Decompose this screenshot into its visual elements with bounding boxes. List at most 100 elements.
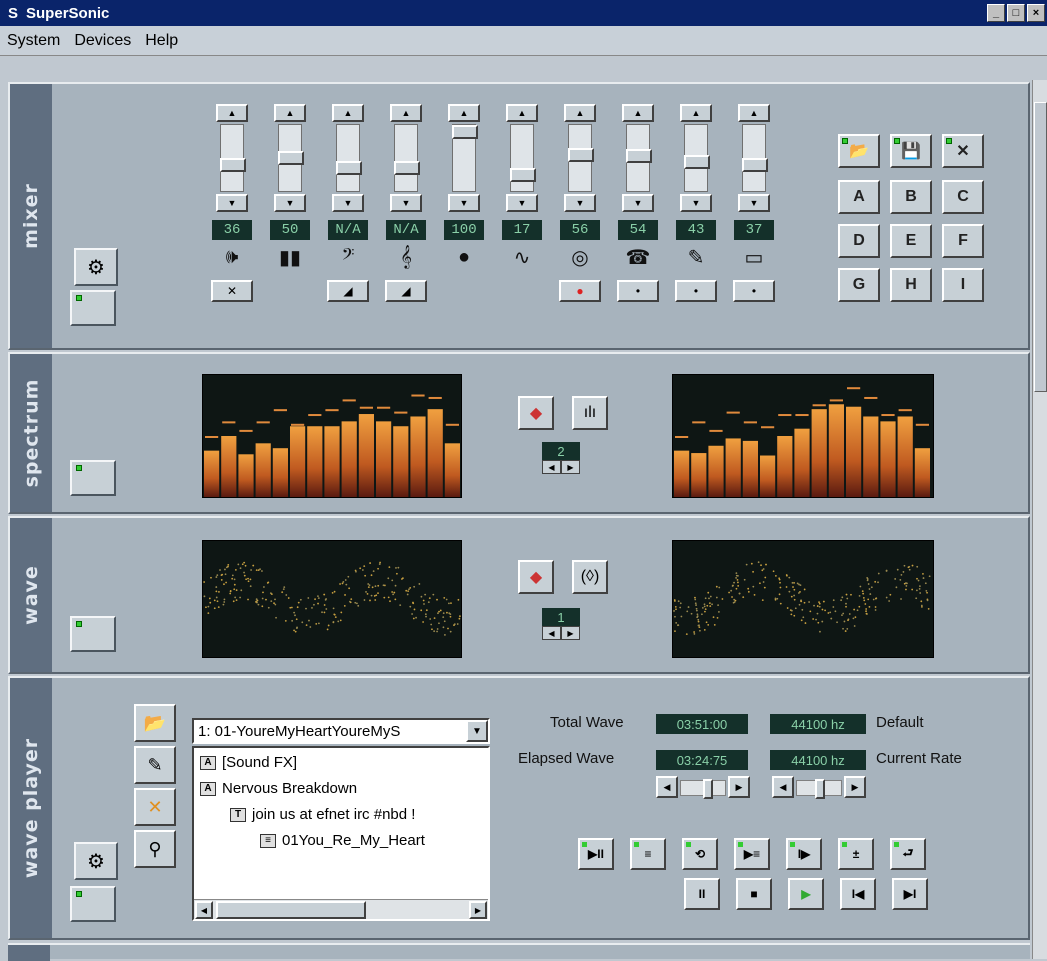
fader-down-button[interactable]: ▼	[738, 194, 770, 212]
fader-knob[interactable]	[742, 158, 768, 172]
fader-up-button[interactable]: ▲	[390, 104, 422, 122]
fader-knob[interactable]	[568, 148, 594, 162]
playlist-tree[interactable]: A [Sound FX] A Nervous Breakdown Tjoin us at…	[192, 746, 490, 921]
spin-left-button[interactable]: ◀	[542, 626, 561, 640]
preset-f-button[interactable]: F	[942, 224, 984, 258]
delete-button[interactable]: ✕	[134, 788, 176, 826]
channel-mute-button[interactable]: •	[617, 280, 659, 302]
fader-knob[interactable]	[394, 161, 420, 175]
close-button[interactable]: ×	[1027, 4, 1045, 22]
volume-fader[interactable]: ▲ ▼	[504, 104, 540, 212]
mixer-settings-button[interactable]: ⚙	[74, 248, 118, 286]
tree-item[interactable]: A Nervous Breakdown	[200, 780, 357, 797]
fader-track[interactable]	[220, 124, 246, 192]
minimize-button[interactable]: _	[987, 4, 1005, 22]
chevron-down-icon[interactable]: ▼	[466, 720, 488, 742]
fader-track[interactable]	[684, 124, 710, 192]
wave-toggle-button[interactable]	[70, 616, 116, 652]
close-preset-button[interactable]: ✕	[942, 134, 984, 168]
previous-button[interactable]: I◀	[840, 878, 876, 910]
fader-track[interactable]	[336, 124, 362, 192]
fader-down-button[interactable]: ▼	[390, 194, 422, 212]
slider-thumb[interactable]	[815, 779, 825, 799]
channel-mute-button[interactable]: •	[733, 280, 775, 302]
edit-button[interactable]: ✎	[134, 746, 176, 784]
volume-fader[interactable]: ▲ ▼	[214, 104, 250, 212]
transport-option-button[interactable]: ▶≡	[734, 838, 770, 870]
stop-button[interactable]: ■	[736, 878, 772, 910]
spin-right-button[interactable]: ▶	[561, 460, 580, 474]
scrollbar-thumb[interactable]	[1034, 102, 1047, 392]
player-settings-button[interactable]: ⚙	[74, 842, 118, 880]
volume-fader[interactable]: ▲ ▼	[388, 104, 424, 212]
fader-up-button[interactable]: ▲	[680, 104, 712, 122]
spin-left-button[interactable]: ◀	[542, 460, 561, 474]
transport-option-button[interactable]: ≡	[630, 838, 666, 870]
spin-right-button[interactable]: ▶	[561, 626, 580, 640]
fader-up-button[interactable]: ▲	[622, 104, 654, 122]
volume-fader[interactable]: ▲ ▼	[562, 104, 598, 212]
play-button[interactable]: ▶	[788, 878, 824, 910]
fader-knob[interactable]	[684, 155, 710, 169]
preset-g-button[interactable]: G	[838, 268, 880, 302]
channel-mute-button[interactable]: ✕	[211, 280, 253, 302]
spectrum-mode-button[interactable]: ılı	[572, 396, 608, 430]
tree-item[interactable]: A [Sound FX]	[200, 754, 297, 771]
wave-channel-spinner[interactable]: 1 ◀ ▶	[542, 608, 580, 642]
fader-track[interactable]	[510, 124, 536, 192]
fader-down-button[interactable]: ▼	[448, 194, 480, 212]
fader-up-button[interactable]: ▲	[448, 104, 480, 122]
fader-track[interactable]	[742, 124, 768, 192]
transport-option-button[interactable]: ±	[838, 838, 874, 870]
channel-mute-button[interactable]: •	[675, 280, 717, 302]
preset-i-button[interactable]: I	[942, 268, 984, 302]
transport-option-button[interactable]: ▶II	[578, 838, 614, 870]
slider-right-button[interactable]: ▶	[728, 776, 750, 798]
slider-thumb[interactable]	[703, 779, 713, 799]
volume-fader[interactable]: ▲ ▼	[736, 104, 772, 212]
rate-slider[interactable]: ◀ ▶	[772, 776, 866, 800]
preset-c-button[interactable]: C	[942, 180, 984, 214]
player-toggle-button[interactable]	[70, 886, 116, 922]
menu-help[interactable]: Help	[138, 32, 185, 50]
fader-knob[interactable]	[452, 125, 478, 139]
fader-knob[interactable]	[336, 161, 362, 175]
maximize-button[interactable]: □	[1007, 4, 1025, 22]
channel-mute-button[interactable]: ◢	[327, 280, 369, 302]
scrollbar-thumb[interactable]	[216, 901, 366, 919]
track-select[interactable]: 1: 01-YoureMyHeartYoureMyS ▼	[192, 718, 490, 744]
fader-track[interactable]	[626, 124, 652, 192]
fader-down-button[interactable]: ▼	[622, 194, 654, 212]
fader-up-button[interactable]: ▲	[216, 104, 248, 122]
scroll-right-button[interactable]: ▶	[469, 901, 487, 919]
fader-down-button[interactable]: ▼	[274, 194, 306, 212]
vertical-scrollbar[interactable]	[1032, 80, 1047, 959]
mixer-toggle-button[interactable]	[70, 290, 116, 326]
wave-color-button[interactable]: ◆	[518, 560, 554, 594]
slider-left-button[interactable]: ◀	[656, 776, 678, 798]
transport-option-button[interactable]: ⮐	[890, 838, 926, 870]
preset-h-button[interactable]: H	[890, 268, 932, 302]
preset-a-button[interactable]: A	[838, 180, 880, 214]
channel-mute-button[interactable]: ●	[559, 280, 601, 302]
fader-track[interactable]	[278, 124, 304, 192]
open-file-button[interactable]: 📂	[134, 704, 176, 742]
slider-right-button[interactable]: ▶	[844, 776, 866, 798]
menu-system[interactable]: System	[0, 32, 67, 50]
preset-e-button[interactable]: E	[890, 224, 932, 258]
fader-knob[interactable]	[278, 151, 304, 165]
find-button[interactable]: ⚲	[134, 830, 176, 868]
fader-up-button[interactable]: ▲	[506, 104, 538, 122]
fader-up-button[interactable]: ▲	[738, 104, 770, 122]
fader-down-button[interactable]: ▼	[564, 194, 596, 212]
tree-item[interactable]: Tjoin us at efnet irc #nbd !	[230, 806, 415, 823]
fader-track[interactable]	[568, 124, 594, 192]
volume-fader[interactable]: ▲ ▼	[330, 104, 366, 212]
fader-knob[interactable]	[626, 149, 652, 163]
preset-d-button[interactable]: D	[838, 224, 880, 258]
transport-option-button[interactable]: ⟲	[682, 838, 718, 870]
fader-knob[interactable]	[220, 158, 246, 172]
transport-option-button[interactable]: I▶	[786, 838, 822, 870]
volume-fader[interactable]: ▲ ▼	[446, 104, 482, 212]
fader-track[interactable]	[394, 124, 420, 192]
